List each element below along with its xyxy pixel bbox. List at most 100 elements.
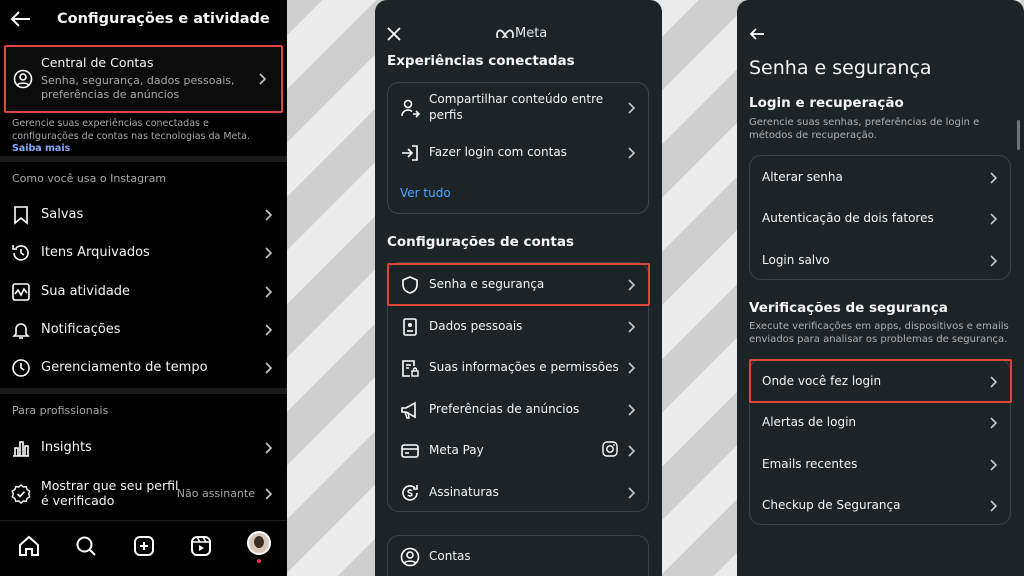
back-arrow-icon[interactable] bbox=[10, 8, 32, 30]
section-usage-label: Como você usa o Instagram bbox=[12, 172, 167, 185]
security-checks-subtitle: Execute verificações em apps, dispositiv… bbox=[749, 321, 1009, 345]
connected-experiences-card: Compartilhar conteúdo entre perfis Fazer… bbox=[387, 82, 649, 214]
item-label: Alterar senha bbox=[762, 170, 843, 184]
notification-dot bbox=[257, 559, 261, 563]
chevron-right-icon bbox=[628, 361, 636, 374]
subscriptions-item[interactable]: Assinaturas bbox=[388, 472, 650, 513]
card-icon bbox=[400, 441, 420, 461]
item-label: Meta Pay bbox=[429, 443, 484, 457]
menu-item-label: Sua atividade bbox=[41, 284, 131, 299]
menu-item-label: Salvas bbox=[41, 207, 84, 222]
page-title: Configurações e atividade bbox=[57, 11, 270, 27]
info-permissions-item[interactable]: Suas informações e permissões bbox=[388, 347, 650, 388]
scrollbar[interactable] bbox=[1017, 120, 1020, 150]
item-label: Compartilhar conteúdo entre perfis bbox=[429, 92, 604, 122]
chevron-right-icon bbox=[628, 486, 636, 499]
bookmark-icon bbox=[11, 205, 31, 225]
item-label: Suas informações e permissões bbox=[429, 360, 619, 374]
item-label: Emails recentes bbox=[762, 457, 858, 471]
header: Configurações e atividade bbox=[0, 0, 287, 40]
menu-item-archived[interactable]: Itens Arquivados bbox=[0, 235, 287, 271]
two-factor-item[interactable]: Autenticação de dois fatores bbox=[750, 198, 1012, 239]
menu-item-salvas[interactable]: Salvas bbox=[0, 197, 287, 233]
section-pro-label: Para profissionais bbox=[12, 404, 109, 417]
menu-item-insights[interactable]: Insights bbox=[0, 430, 287, 466]
meta-infinity-icon bbox=[496, 29, 514, 41]
item-label: Dados pessoais bbox=[429, 319, 523, 333]
megaphone-icon bbox=[400, 400, 420, 420]
saved-login-item[interactable]: Login salvo bbox=[750, 240, 1012, 281]
menu-item-activity[interactable]: Sua atividade bbox=[0, 274, 287, 310]
meta-brand-text: Meta bbox=[515, 26, 548, 41]
profile-avatar[interactable] bbox=[247, 531, 271, 555]
learn-more-link[interactable]: Saiba mais bbox=[12, 143, 70, 154]
back-arrow-icon[interactable] bbox=[749, 26, 765, 45]
chevron-right-icon bbox=[628, 146, 636, 159]
home-icon[interactable] bbox=[17, 534, 41, 558]
menu-item-notifications[interactable]: Notificações bbox=[0, 312, 287, 348]
reels-icon[interactable] bbox=[189, 534, 213, 558]
menu-item-label: Itens Arquivados bbox=[41, 245, 150, 260]
connected-experiences-title: Experiências conectadas bbox=[387, 53, 575, 69]
account-center-item[interactable]: Central de Contas Senha, segurança, dado… bbox=[4, 45, 283, 113]
item-label: Assinaturas bbox=[429, 485, 499, 499]
password-security-panel: Senha e segurança Login e recuperação Ge… bbox=[737, 0, 1024, 576]
meta-pay-item[interactable]: Meta Pay bbox=[388, 430, 650, 471]
recent-emails-item[interactable]: Emails recentes bbox=[750, 444, 1012, 485]
item-label: Fazer login com contas bbox=[429, 145, 567, 159]
close-icon[interactable] bbox=[387, 26, 401, 45]
menu-item-verified[interactable]: Mostrar que seu perfil é verificado Não … bbox=[0, 476, 287, 512]
ad-preferences-item[interactable]: Preferências de anúncios bbox=[388, 389, 650, 430]
security-checks-title: Verificações de segurança bbox=[749, 300, 948, 316]
login-alerts-item[interactable]: Alertas de login bbox=[750, 402, 1012, 443]
chevron-right-icon bbox=[628, 444, 636, 457]
menu-item-label: Insights bbox=[41, 440, 92, 455]
bottom-nav bbox=[0, 520, 287, 576]
subscription-status: Não assinante bbox=[176, 487, 255, 500]
chevron-right-icon bbox=[628, 101, 636, 114]
meta-note: Gerencie suas experiências conectadas e … bbox=[12, 118, 272, 156]
security-checkup-item[interactable]: Checkup de Segurança bbox=[750, 485, 1012, 526]
user-circle-icon bbox=[400, 547, 420, 567]
create-icon[interactable] bbox=[132, 534, 156, 558]
chevron-right-icon bbox=[265, 324, 273, 336]
login-recovery-subtitle: Gerencie suas senhas, preferências de lo… bbox=[749, 117, 980, 141]
chevron-right-icon bbox=[265, 286, 273, 298]
menu-item-time[interactable]: Gerenciamento de tempo bbox=[0, 350, 287, 386]
menu-item-label: Notificações bbox=[41, 322, 121, 337]
chevron-right-icon bbox=[628, 403, 636, 416]
subscription-icon bbox=[400, 483, 420, 503]
highlight-box bbox=[387, 263, 650, 306]
item-label: Checkup de Segurança bbox=[762, 498, 901, 512]
accounts-item[interactable]: Contas bbox=[388, 536, 650, 576]
chevron-right-icon bbox=[990, 212, 998, 225]
bar-chart-icon bbox=[11, 438, 31, 458]
user-circle-icon bbox=[13, 69, 33, 93]
item-label: Login salvo bbox=[762, 253, 830, 267]
meta-accounts-center-panel: Meta Experiências conectadas Compartilha… bbox=[375, 0, 662, 576]
chevron-right-icon bbox=[628, 320, 636, 333]
search-icon[interactable] bbox=[74, 534, 98, 558]
meta-note-text: Gerencie suas experiências conectadas e … bbox=[12, 118, 250, 142]
item-label: Preferências de anúncios bbox=[429, 402, 580, 416]
chevron-right-icon bbox=[265, 362, 273, 374]
login-recovery-title: Login e recuperação bbox=[749, 95, 904, 111]
login-recovery-card: Alterar senha Autenticação de dois fator… bbox=[749, 155, 1011, 280]
share-content-item[interactable]: Compartilhar conteúdo entre perfis bbox=[388, 87, 650, 128]
chevron-right-icon bbox=[265, 247, 273, 259]
item-label: Alertas de login bbox=[762, 415, 857, 429]
login-with-accounts-item[interactable]: Fazer login com contas bbox=[388, 132, 650, 173]
highlight-box bbox=[749, 359, 1012, 403]
change-password-item[interactable]: Alterar senha bbox=[750, 157, 1012, 198]
see-all-link[interactable]: Ver tudo bbox=[400, 186, 451, 200]
account-center-subtitle: Senha, segurança, dados pessoais, prefer… bbox=[41, 74, 235, 101]
accounts-card: Contas bbox=[387, 535, 649, 576]
divider bbox=[0, 156, 287, 162]
chevron-right-icon bbox=[990, 171, 998, 184]
share-user-icon bbox=[400, 98, 421, 118]
chevron-right-icon bbox=[265, 442, 273, 454]
personal-data-item[interactable]: Dados pessoais bbox=[388, 306, 650, 347]
bell-icon bbox=[11, 320, 31, 340]
instagram-icon bbox=[602, 441, 618, 461]
info-lock-icon bbox=[400, 358, 420, 378]
